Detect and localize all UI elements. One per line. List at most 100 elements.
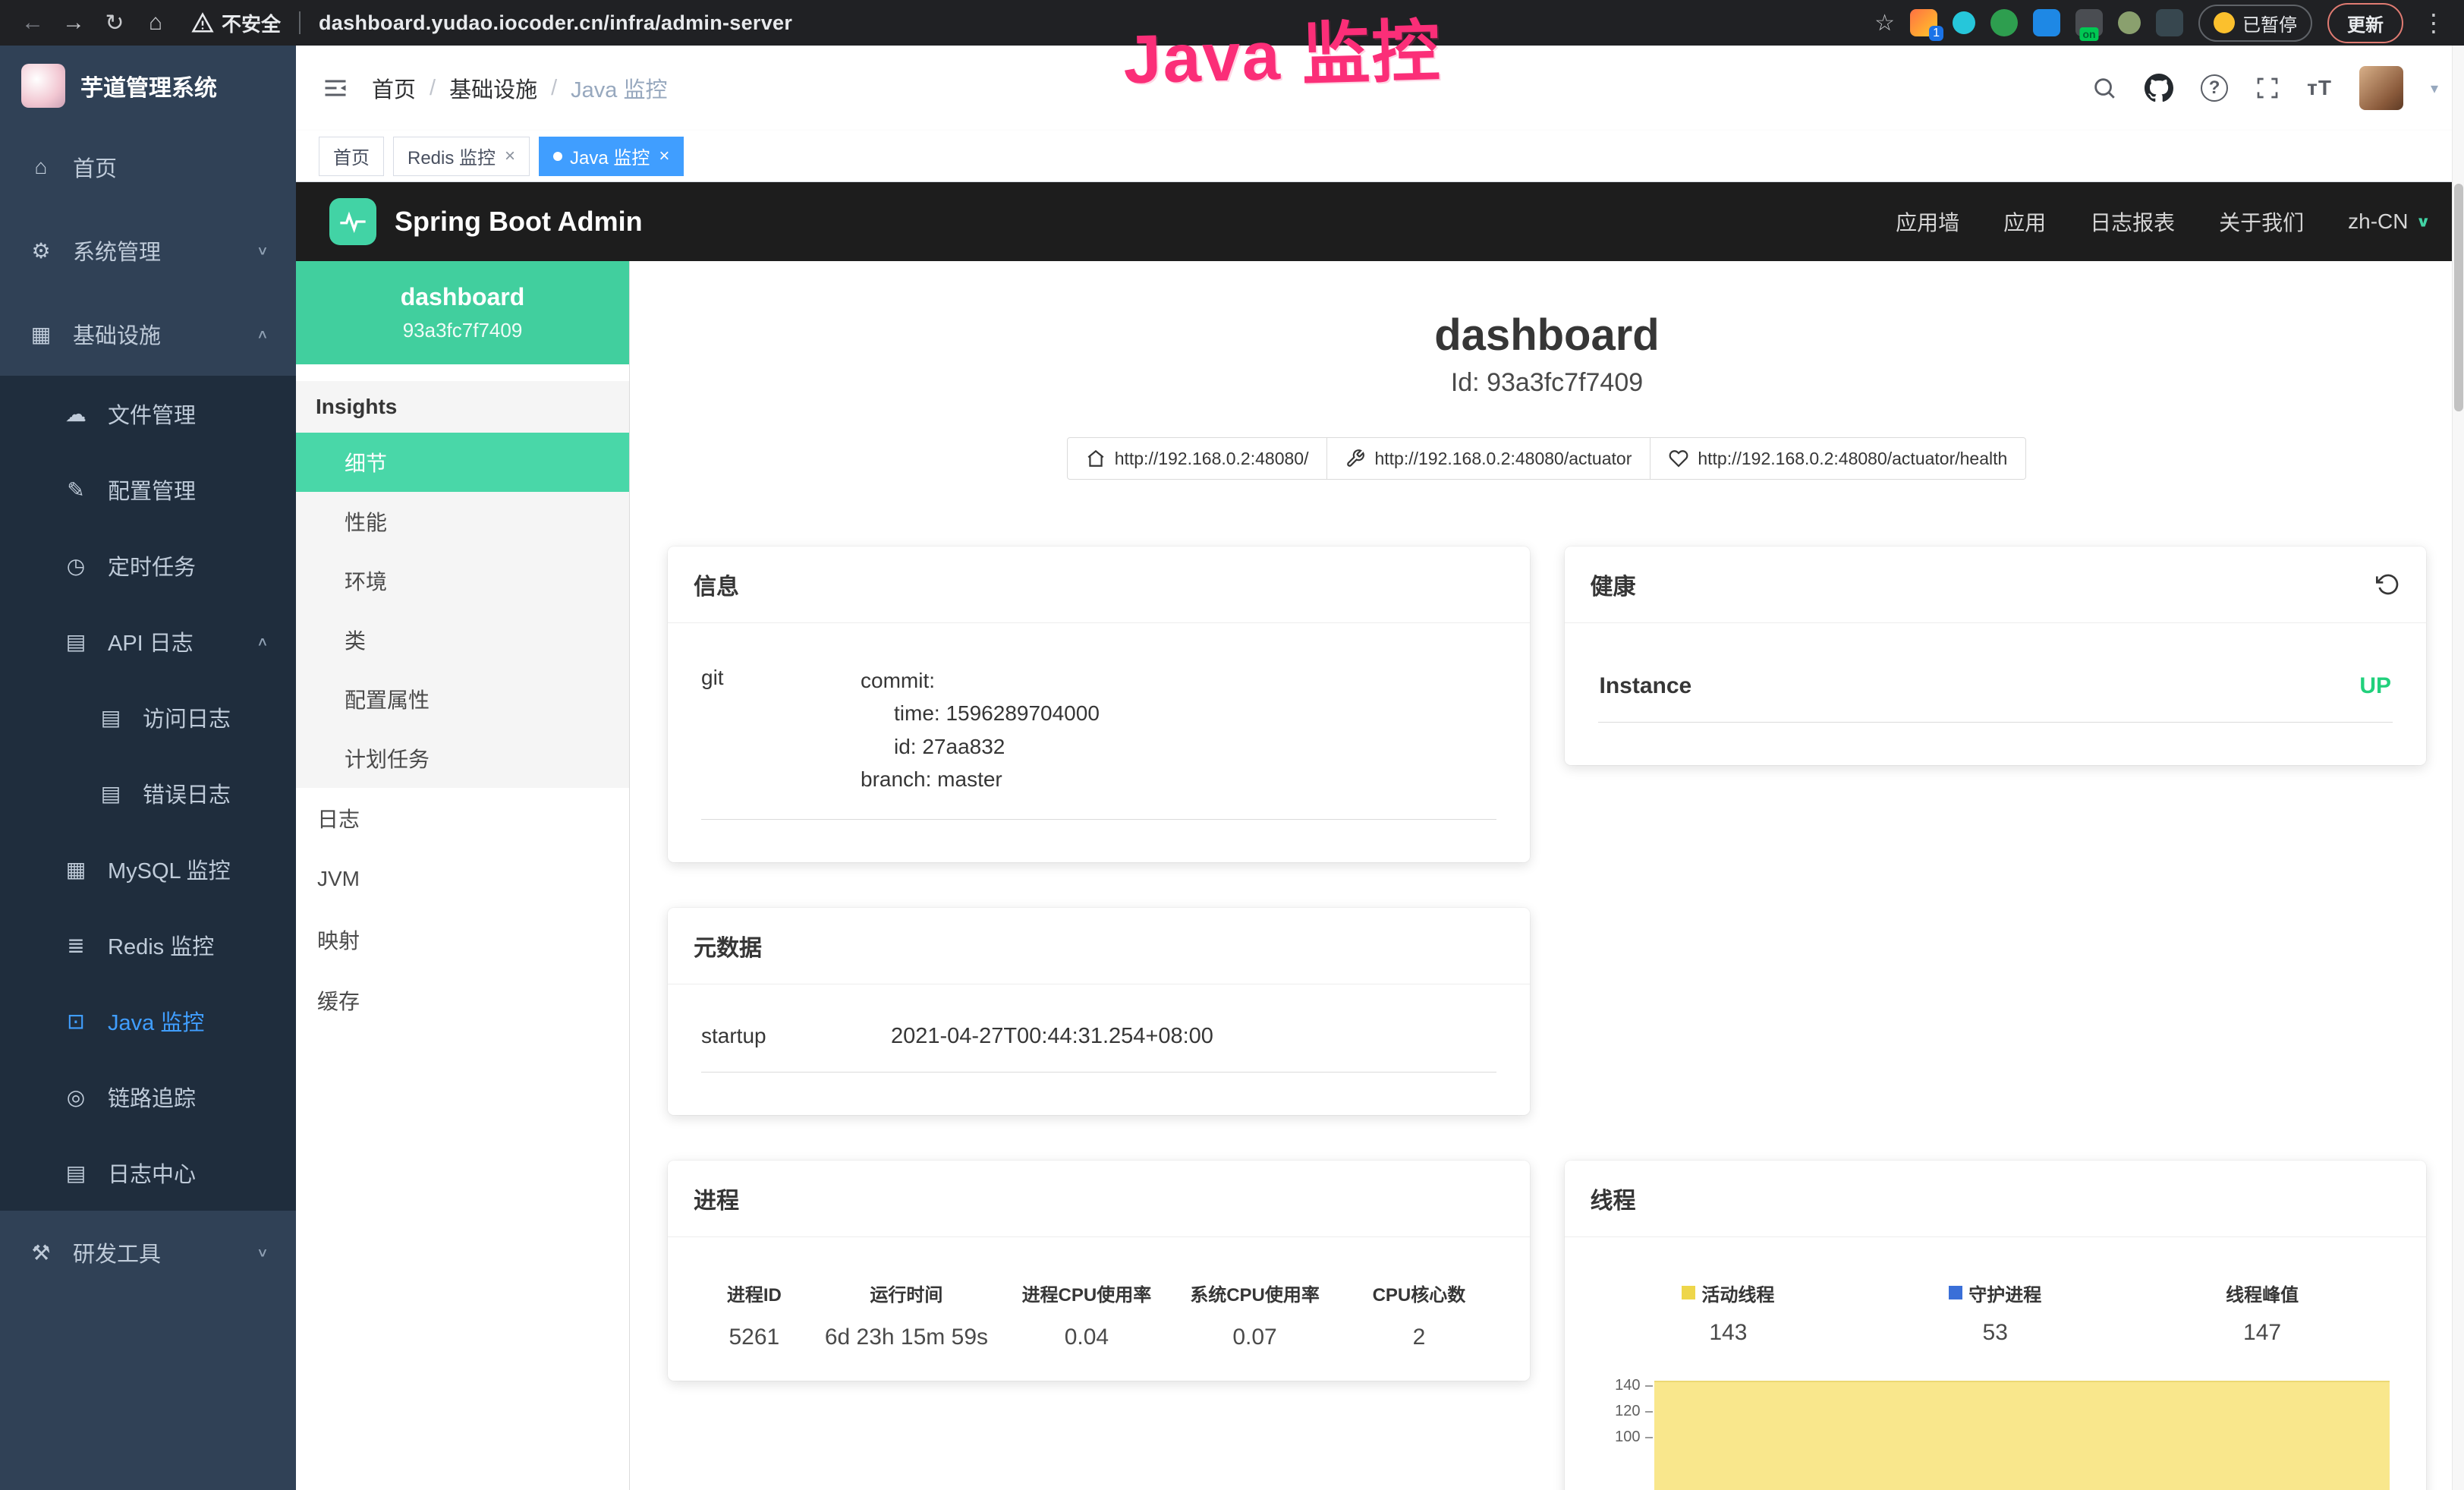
chevron-up-icon: ∧ — [256, 634, 269, 649]
menu-item-tracing[interactable]: ◎ 链路追踪 — [0, 1059, 296, 1135]
breadcrumb-home[interactable]: 首页 — [372, 72, 416, 104]
nav-applications[interactable]: 应用 — [2003, 206, 2046, 237]
browser-home-icon[interactable]: ⌂ — [138, 5, 173, 40]
sidebar-collapse-icon[interactable] — [322, 74, 349, 102]
sba-item-logs[interactable]: 日志 — [296, 788, 629, 849]
extension-badge: 1 — [1929, 26, 1943, 41]
actuator-url-link[interactable]: http://192.168.0.2:48080/actuator — [1326, 437, 1651, 480]
legend-value: 147 — [2129, 1320, 2396, 1346]
update-label: 更新 — [2347, 10, 2384, 36]
info-card: 信息 git commit: time: 1596289704000 id: 2… — [668, 547, 1530, 862]
menu-item-scheduled-jobs[interactable]: ◷ 定时任务 — [0, 528, 296, 603]
app-logo[interactable]: 芋道管理系统 — [0, 46, 296, 125]
menu-item-mysql-monitor[interactable]: ▦ MySQL 监控 — [0, 831, 296, 907]
page-scrollbar[interactable] — [2452, 46, 2464, 1490]
menu-label: 文件管理 — [108, 398, 196, 430]
paused-label: 已暂停 — [2242, 10, 2297, 36]
sba-item-config-props[interactable]: 配置属性 — [296, 669, 629, 729]
avatar-caret-icon[interactable]: ▾ — [2431, 79, 2438, 98]
extension-icon-2[interactable] — [1953, 11, 1975, 34]
git-branch-line: branch: master — [861, 763, 1496, 795]
menu-item-infrastructure[interactable]: ▦ 基础设施 ∧ — [0, 292, 296, 376]
menu-item-home[interactable]: ⌂ 首页 — [0, 125, 296, 209]
scrollbar-thumb[interactable] — [2454, 184, 2463, 411]
menu-item-redis-monitor[interactable]: ≣ Redis 监控 — [0, 907, 296, 983]
tab-home[interactable]: 首页 — [319, 137, 384, 176]
menu-label: 系统管理 — [73, 235, 161, 266]
sba-item-environment[interactable]: 环境 — [296, 551, 629, 610]
sba-logo-icon[interactable] — [329, 198, 376, 245]
sba-item-caches[interactable]: 缓存 — [296, 970, 629, 1031]
sba-item-jvm[interactable]: JVM — [296, 849, 629, 909]
sba-item-details[interactable]: 细节 — [296, 433, 629, 492]
breadcrumb-section[interactable]: 基础设施 — [449, 72, 537, 104]
extension-icon-4[interactable] — [2033, 9, 2060, 36]
browser-menu-icon[interactable]: ⋮ — [2418, 8, 2449, 37]
back-icon[interactable]: ← — [15, 5, 50, 40]
service-url-link[interactable]: http://192.168.0.2:48080/ — [1067, 437, 1328, 480]
menu-item-access-log[interactable]: ▤ 访问日志 — [0, 679, 296, 755]
tab-java-monitor[interactable]: Java 监控 × — [539, 137, 684, 176]
menu-item-error-log[interactable]: ▤ 错误日志 — [0, 755, 296, 831]
extension-icon-3[interactable] — [1990, 9, 2018, 36]
bookmark-star-icon[interactable]: ☆ — [1874, 10, 1895, 36]
document-icon: ▤ — [97, 705, 124, 730]
instance-block[interactable]: dashboard 93a3fc7f7409 — [296, 261, 629, 364]
address-bar[interactable]: dashboard.yudao.iocoder.cn/infra/admin-s… — [319, 11, 792, 35]
health-url-link[interactable]: http://192.168.0.2:48080/actuator/health — [1650, 437, 2026, 480]
menu-item-dev-tools[interactable]: ⚒ 研发工具 ∨ — [0, 1211, 296, 1294]
sba-item-label: 映射 — [317, 925, 360, 955]
forward-icon[interactable]: → — [56, 5, 91, 40]
close-icon[interactable]: × — [505, 146, 515, 167]
breadcrumb-separator: / — [430, 76, 436, 101]
menu-item-system[interactable]: ⚙ 系统管理 ∨ — [0, 209, 296, 292]
extension-icon-6[interactable] — [2118, 11, 2141, 34]
metadata-card-title: 元数据 — [668, 908, 1530, 984]
detail-subtitle: Id: 93a3fc7f7409 — [630, 368, 2464, 398]
nav-wallboard[interactable]: 应用墙 — [1896, 206, 1959, 237]
sba-item-mappings[interactable]: 映射 — [296, 909, 629, 970]
submenu-infrastructure: ☁ 文件管理 ✎ 配置管理 ◷ 定时任务 ▤ API 日志 ∧ ▤ — [0, 376, 296, 1211]
menu-item-log-center[interactable]: ▤ 日志中心 — [0, 1135, 296, 1211]
close-icon[interactable]: × — [659, 146, 669, 167]
fullscreen-icon[interactable] — [2255, 76, 2280, 100]
nav-about[interactable]: 关于我们 — [2219, 206, 2304, 237]
legend-label: 线程峰值 — [2226, 1280, 2299, 1306]
menu-label: 定时任务 — [108, 550, 196, 581]
instance-links: http://192.168.0.2:48080/ http://192.168… — [630, 437, 2464, 480]
menu-label: Redis 监控 — [108, 929, 214, 961]
update-button[interactable]: 更新 — [2327, 3, 2403, 43]
menu-item-api-log[interactable]: ▤ API 日志 ∧ — [0, 603, 296, 679]
menu-item-file-manage[interactable]: ☁ 文件管理 — [0, 376, 296, 452]
chevron-up-icon: ∧ — [256, 326, 269, 342]
security-indicator[interactable]: 不安全 — [191, 9, 281, 37]
extension-icon-1[interactable]: 1 — [1910, 9, 1937, 36]
sba-nav: 应用墙 应用 日志报表 关于我们 zh-CN ∨ — [1896, 206, 2431, 237]
extension-icon-5[interactable]: on — [2075, 9, 2103, 36]
sba-item-classes[interactable]: 类 — [296, 610, 629, 669]
tab-label: Redis 监控 — [408, 143, 496, 169]
cloud-icon: ☁ — [62, 402, 90, 427]
user-avatar[interactable] — [2359, 66, 2403, 110]
menu-item-java-monitor[interactable]: ⊡ Java 监控 — [0, 983, 296, 1059]
health-instance-row[interactable]: Instance UP — [1598, 661, 2393, 723]
sba-item-scheduled-tasks[interactable]: 计划任务 — [296, 729, 629, 788]
search-icon[interactable] — [2091, 75, 2117, 101]
info-row-git: git commit: time: 1596289704000 id: 27aa… — [701, 650, 1496, 820]
menu-item-config-manage[interactable]: ✎ 配置管理 — [0, 452, 296, 528]
github-icon[interactable] — [2145, 74, 2173, 102]
legend-peak-threads: 线程峰值 147 — [2129, 1280, 2396, 1346]
tab-redis-monitor[interactable]: Redis 监控 × — [393, 137, 530, 176]
sba-item-metrics[interactable]: 性能 — [296, 492, 629, 551]
metadata-card: 元数据 startup 2021-04-27T00:44:31.254+08:0… — [668, 908, 1530, 1115]
locale-select[interactable]: zh-CN ∨ — [2348, 209, 2431, 234]
help-icon[interactable]: ? — [2201, 74, 2228, 102]
col-header: 进程ID — [698, 1280, 810, 1306]
nav-journal[interactable]: 日志报表 — [2090, 206, 2175, 237]
reload-icon[interactable]: ↻ — [97, 5, 132, 40]
admin-sidebar: 芋道管理系统 ⌂ 首页 ⚙ 系统管理 ∨ ▦ 基础设施 ∧ ☁ 文件管理 — [0, 46, 296, 1490]
history-icon[interactable] — [2376, 572, 2400, 597]
extension-icon-7[interactable] — [2156, 9, 2183, 36]
paused-badge[interactable]: 已暂停 — [2198, 5, 2312, 42]
font-size-icon[interactable]: тT — [2307, 76, 2332, 100]
